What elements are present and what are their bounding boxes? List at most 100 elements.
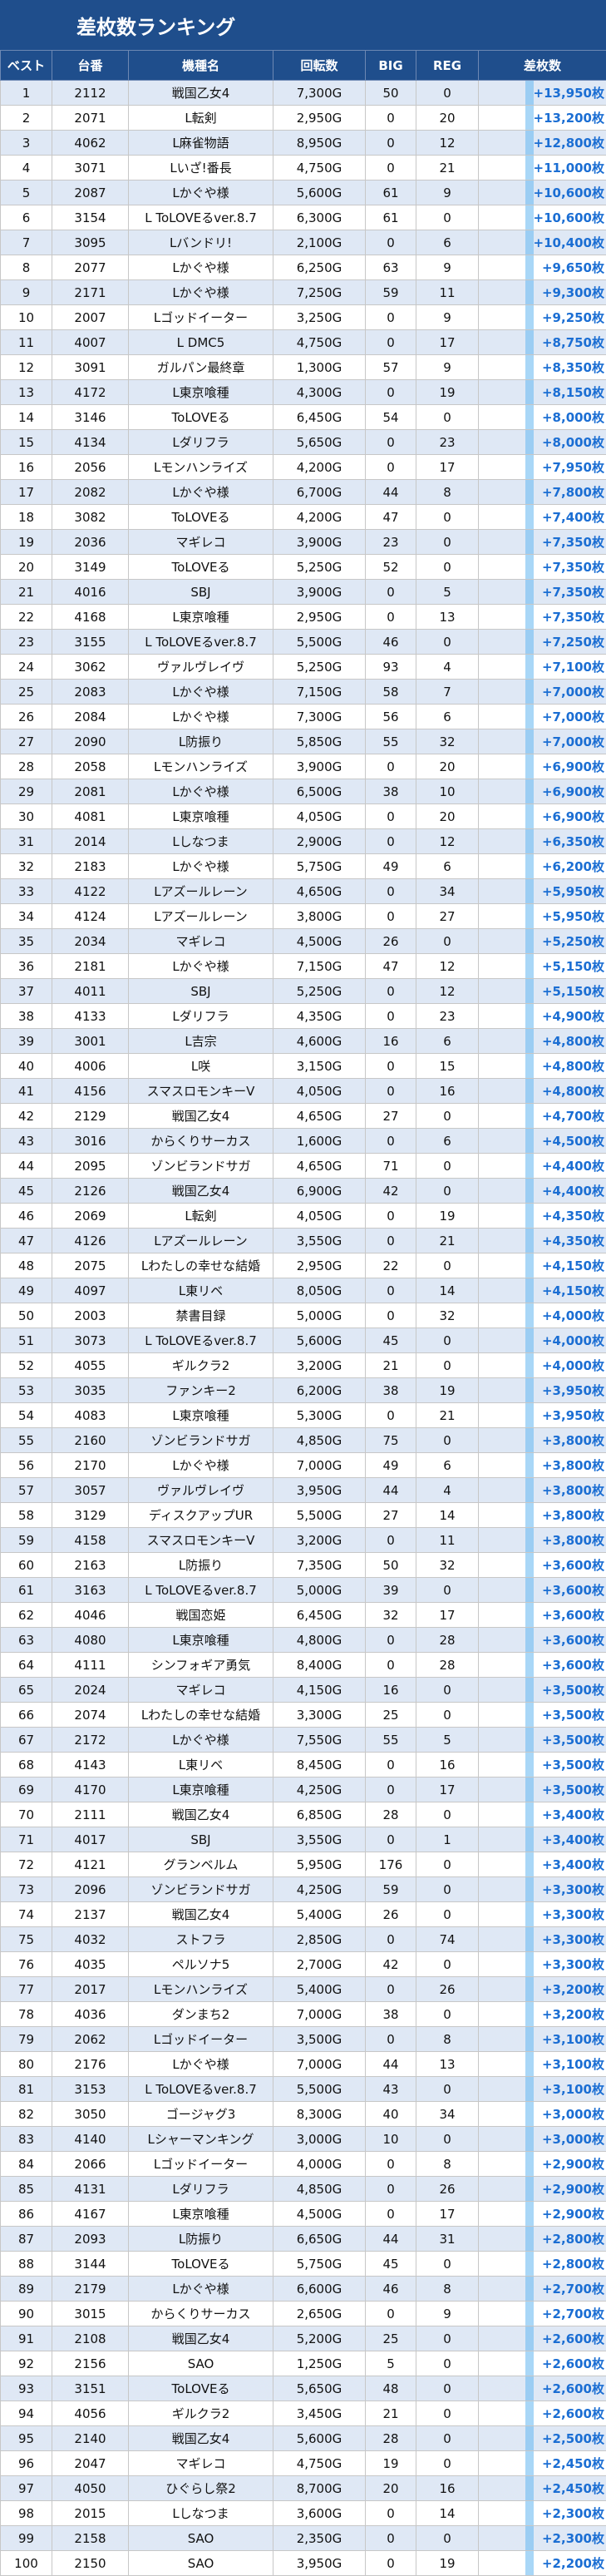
machine-name-cell: Lかぐや様 [129, 2052, 273, 2077]
machine-name-cell: ゾンビランドサガ [129, 1154, 273, 1179]
reg-cell: 6 [416, 854, 479, 879]
reg-cell: 28 [416, 1653, 479, 1678]
rank-cell: 36 [1, 954, 52, 979]
big-cell: 176 [366, 1852, 416, 1877]
rank-cell: 62 [1, 1603, 52, 1628]
machine-name-cell: Lかぐや様 [129, 480, 273, 505]
games-cell: 4,650G [273, 879, 366, 904]
diff-value: +8,150枚 [542, 385, 604, 400]
table-row: 233155L ToLOVEるver.8.75,500G460+7,250枚 [1, 630, 606, 655]
table-row: 754032ストフラ2,850G074+3,300枚 [1, 1927, 606, 1952]
games-cell: 2,650G [273, 2302, 366, 2326]
diff-value: +7,350枚 [542, 585, 604, 600]
machine-name-cell: ギルクラ2 [129, 2401, 273, 2426]
diff-cell: +10,600枚 [479, 180, 606, 205]
big-cell: 45 [366, 2252, 416, 2277]
diff-cell: +4,700枚 [479, 1104, 606, 1129]
games-cell: 5,500G [273, 1503, 366, 1528]
diff-value: +4,800枚 [542, 1034, 604, 1049]
reg-cell: 12 [416, 131, 479, 156]
diff-cell: +7,800枚 [479, 480, 606, 505]
machine-name-cell: L DMC5 [129, 330, 273, 355]
big-cell: 0 [366, 2202, 416, 2227]
diff-cell: +9,300枚 [479, 280, 606, 305]
machine-name-cell: Lダリフラ [129, 2177, 273, 2202]
machine-number-cell: 4036 [52, 2002, 129, 2027]
diff-cell: +2,700枚 [479, 2277, 606, 2302]
diff-cell: +7,000枚 [479, 729, 606, 754]
machine-number-cell: 4035 [52, 1952, 129, 1977]
diff-value: +4,350枚 [542, 1209, 604, 1224]
diff-value: +3,300枚 [542, 1957, 604, 1972]
machine-number-cell: 4121 [52, 1852, 129, 1877]
machine-name-cell: マギレコ [129, 2451, 273, 2476]
diff-value: +3,500枚 [542, 1733, 604, 1748]
table-row: 282058Lモンハンライズ3,900G020+6,900枚 [1, 754, 606, 779]
reg-cell: 0 [416, 1678, 479, 1703]
reg-cell: 31 [416, 2227, 479, 2252]
diff-value: +11,000枚 [534, 161, 604, 176]
big-cell: 93 [366, 655, 416, 680]
rank-cell: 88 [1, 2252, 52, 2277]
table-row: 724121グランベルム5,950G1760+3,400枚 [1, 1852, 606, 1877]
machine-number-cell: 2176 [52, 2052, 129, 2077]
diff-cell: +8,000枚 [479, 405, 606, 430]
machine-number-cell: 4097 [52, 1278, 129, 1303]
table-row: 172082Lかぐや様6,700G448+7,800枚 [1, 480, 606, 505]
table-row: 714017SBJ3,550G01+3,400枚 [1, 1827, 606, 1852]
games-cell: 3,300G [273, 1703, 366, 1728]
table-row: 102007Lゴッドイーター3,250G09+9,250枚 [1, 305, 606, 330]
table-row: 784036ダンまち27,000G380+3,200枚 [1, 2002, 606, 2027]
table-row: 422129戦国乙女44,650G270+4,700枚 [1, 1104, 606, 1129]
diff-value: +6,900枚 [542, 809, 604, 824]
diff-value: +4,800枚 [542, 1084, 604, 1099]
diff-value: +5,250枚 [542, 934, 604, 949]
machine-name-cell: SBJ [129, 580, 273, 605]
machine-name-cell: L防振り [129, 2227, 273, 2252]
reg-cell: 26 [416, 1977, 479, 2002]
table-row: 962047マギレコ4,750G190+2,450枚 [1, 2451, 606, 2476]
rank-cell: 31 [1, 829, 52, 854]
reg-cell: 0 [416, 530, 479, 555]
machine-name-cell: L東京喰種 [129, 605, 273, 630]
header-machine-name: 機種名 [129, 51, 273, 81]
machine-name-cell: Lかぐや様 [129, 680, 273, 705]
big-cell: 16 [366, 1678, 416, 1703]
machine-name-cell: L東リベ [129, 1278, 273, 1303]
diff-value: +7,350枚 [542, 610, 604, 625]
big-cell: 45 [366, 1328, 416, 1353]
diff-cell: +4,500枚 [479, 1129, 606, 1154]
diff-value: +3,300枚 [542, 1882, 604, 1897]
rank-cell: 18 [1, 505, 52, 530]
big-cell: 0 [366, 1927, 416, 1952]
machine-number-cell: 2083 [52, 680, 129, 705]
big-cell: 46 [366, 2277, 416, 2302]
diff-value: +2,800枚 [542, 2232, 604, 2247]
games-cell: 3,800G [273, 904, 366, 929]
diff-value: +3,800枚 [542, 1433, 604, 1448]
diff-value: +4,150枚 [542, 1258, 604, 1273]
games-cell: 4,500G [273, 929, 366, 954]
machine-number-cell: 3163 [52, 1578, 129, 1603]
reg-cell: 14 [416, 2501, 479, 2526]
games-cell: 2,850G [273, 1927, 366, 1952]
reg-cell: 4 [416, 655, 479, 680]
big-cell: 0 [366, 1977, 416, 2002]
diff-value: +10,600枚 [534, 185, 604, 200]
table-row: 694170L東京喰種4,250G017+3,500枚 [1, 1777, 606, 1802]
rank-cell: 77 [1, 1977, 52, 2002]
big-cell: 10 [366, 2127, 416, 2152]
big-cell: 56 [366, 705, 416, 729]
games-cell: 4,650G [273, 1154, 366, 1179]
diff-cell: +3,000枚 [479, 2102, 606, 2127]
games-cell: 4,050G [273, 1079, 366, 1104]
rank-cell: 20 [1, 555, 52, 580]
reg-cell: 0 [416, 1154, 479, 1179]
machine-number-cell: 2090 [52, 729, 129, 754]
big-cell: 58 [366, 680, 416, 705]
table-row: 544083L東京喰種5,300G021+3,950枚 [1, 1403, 606, 1428]
machine-number-cell: 2017 [52, 1977, 129, 2002]
big-cell: 43 [366, 2077, 416, 2102]
machine-name-cell: ヴァルヴレイヴ [129, 655, 273, 680]
machine-number-cell: 2171 [52, 280, 129, 305]
